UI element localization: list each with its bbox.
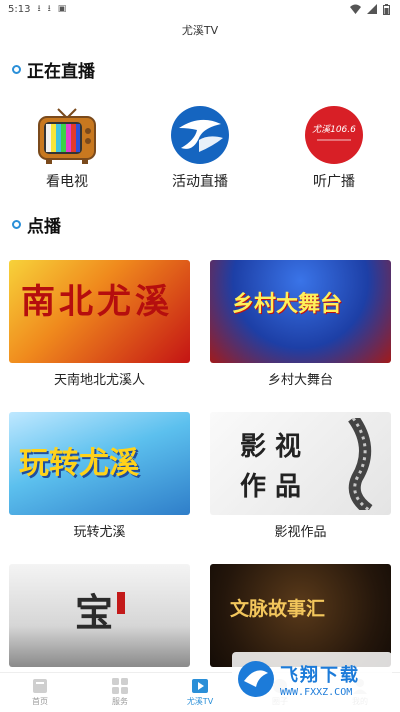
seal-stamp	[117, 592, 125, 614]
battery-icon	[383, 3, 390, 15]
radio-badge-text: 尤溪106.6	[312, 124, 356, 135]
thumb-text: 乡村大舞台	[232, 291, 343, 317]
live-item-label: 看电视	[46, 174, 88, 190]
wifi-icon	[350, 4, 361, 14]
thumb-text: 宝	[75, 590, 114, 635]
signal-icon	[367, 4, 377, 14]
download-icon-2: ⭳	[47, 3, 51, 14]
watermark-title: 飞翔下载	[280, 664, 360, 686]
vod-thumbnail: 影 视 作 品	[210, 412, 391, 515]
section-header-live: 正在直播	[12, 57, 95, 82]
logo-icon	[168, 105, 232, 165]
live-item-label: 活动直播	[172, 174, 228, 190]
vod-item-label: 影视作品	[274, 525, 327, 540]
thumb-text: 作 品	[240, 472, 302, 502]
section-title-vod: 点播	[27, 217, 61, 237]
grid-icon	[112, 678, 128, 694]
live-item-activity[interactable]: 活动直播	[145, 105, 255, 191]
tv-icon	[35, 105, 99, 165]
vod-item-heritage[interactable]: 宝	[9, 564, 190, 667]
live-item-tv[interactable]: 看电视	[12, 105, 122, 191]
vod-thumbnail: 宝	[9, 564, 190, 667]
thumb-text: 文脉故事汇	[230, 598, 326, 620]
thumb-text: 影 视	[240, 432, 302, 462]
play-icon	[192, 679, 208, 693]
live-item-radio[interactable]: 尤溪106.6 听广播	[279, 105, 389, 191]
radio-icon: 尤溪106.6	[302, 105, 366, 165]
vod-item-tiannan[interactable]: 南北尤溪 天南地北尤溪人	[9, 260, 190, 388]
nav-home[interactable]: 首页	[0, 673, 80, 712]
vod-thumbnail: 南北尤溪	[9, 260, 190, 363]
section-header-vod: 点播	[12, 212, 61, 237]
vod-item-label: 天南地北尤溪人	[53, 373, 145, 388]
live-item-label: 听广播	[313, 174, 355, 190]
nav-label: 服务	[112, 697, 128, 706]
home-icon	[33, 679, 47, 693]
status-time: 5:13	[8, 3, 31, 15]
thumb-text: 南北尤溪	[21, 282, 173, 322]
nav-label: 首页	[32, 697, 48, 706]
vod-item-label: 玩转尤溪	[73, 525, 126, 540]
watermark-logo-icon	[238, 661, 274, 697]
page-title: 尤溪TV	[181, 24, 219, 37]
nav-youxi-tv[interactable]: 尤溪TV	[160, 673, 240, 712]
vod-item-label: 乡村大舞台	[267, 373, 333, 388]
circle-bullet-icon	[12, 65, 21, 74]
section-title-live: 正在直播	[27, 62, 95, 82]
vod-item-films[interactable]: 影 视 作 品 影视作品	[210, 412, 391, 540]
status-bar: 5:13 ⭳ ⭳ ▣	[0, 0, 400, 18]
film-strip-icon	[348, 418, 373, 510]
download-icon: ⭳	[37, 3, 41, 14]
vod-item-play[interactable]: 玩转尤溪 玩转尤溪	[9, 412, 190, 540]
nav-label: 尤溪TV	[186, 697, 214, 706]
circle-bullet-icon	[12, 220, 21, 229]
vod-item-stage[interactable]: 乡村大舞台 乡村大舞台	[210, 260, 391, 388]
thumb-text: 玩转尤溪	[19, 446, 139, 481]
vod-thumbnail: 玩转尤溪	[9, 412, 190, 515]
watermark-url: WWW.FXXZ.COM	[280, 686, 353, 698]
image-icon: ▣	[57, 3, 67, 14]
vod-thumbnail: 乡村大舞台	[210, 260, 391, 363]
nav-service[interactable]: 服务	[80, 673, 160, 712]
live-list: 看电视 活动直播 尤溪106.6 听广播	[0, 105, 400, 195]
watermark: 飞翔下载 WWW.FXXZ.COM	[232, 652, 392, 706]
